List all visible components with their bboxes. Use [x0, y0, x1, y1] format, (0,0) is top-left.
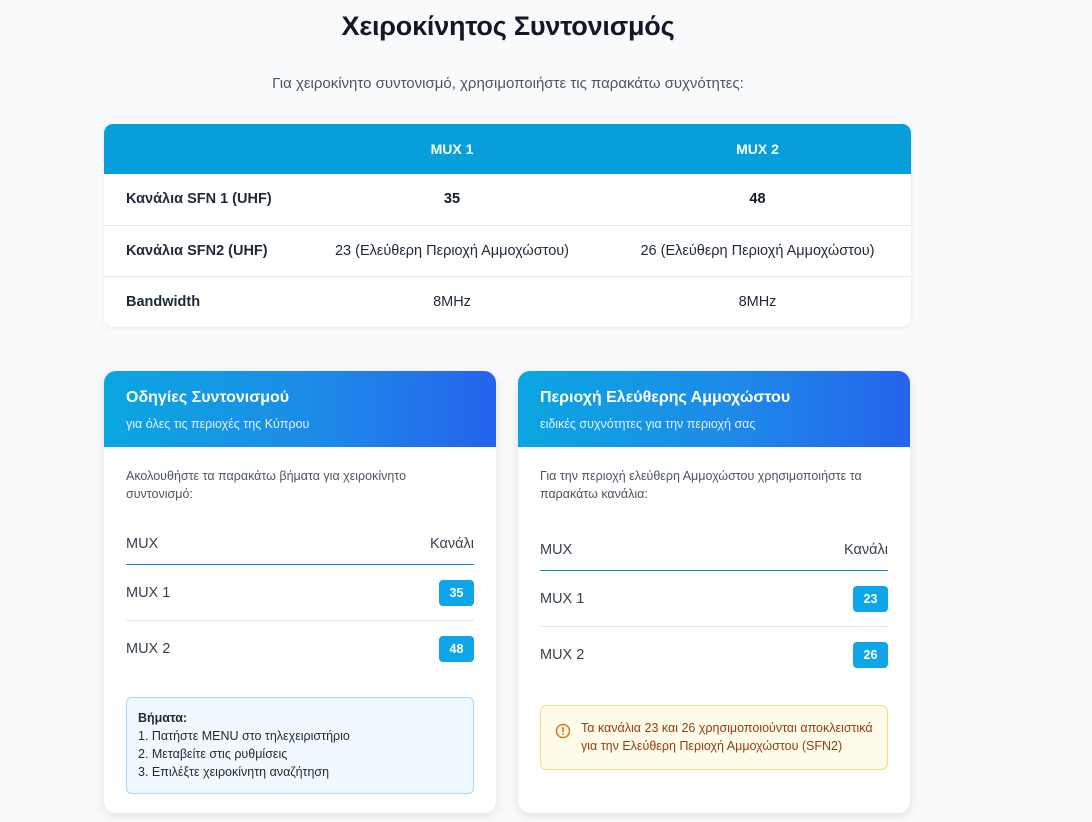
- card-title: Οδηγίες Συντονισμού: [126, 389, 290, 406]
- mux-name: MUX 1: [540, 590, 585, 607]
- header-mux: MUX: [540, 541, 573, 558]
- table-header-row: MUX 1 MUX 2: [104, 124, 911, 174]
- row-label: Bandwidth: [126, 293, 201, 310]
- channel-table-header: MUX Κανάλι: [126, 523, 474, 565]
- page-title: Χειροκίνητος Συντονισμός: [341, 11, 675, 41]
- header-channel: Κανάλι: [430, 535, 474, 552]
- card-body: Για την περιοχή ελεύθερη Αμμοχώστου χρησ…: [518, 447, 910, 770]
- table-row: Κανάλια SFN 1 (UHF) 35 48: [104, 174, 911, 225]
- channel-badge: 23: [853, 585, 888, 612]
- table-row: Κανάλια SFN2 (UHF) 23 (Ελεύθερη Περιοχή …: [104, 225, 911, 276]
- step-item: 1. Πατήστε MENU στο τηλεχειριστήριο: [138, 729, 350, 743]
- instructions-card: Οδηγίες Συντονισμού για όλες τις περιοχέ…: [104, 371, 496, 813]
- mux-name: MUX 2: [126, 641, 171, 657]
- famagusta-card: Περιοχή Ελεύθερης Αμμοχώστου ειδικές συχ…: [518, 371, 910, 813]
- warning-box: Τα κανάλια 23 και 26 χρησιμοποιούνται απ…: [540, 705, 888, 770]
- cell-mux1: 23 (Ελεύθερη Περιοχή Αμμοχώστου): [334, 242, 570, 259]
- table-header-mux2: MUX 2: [736, 141, 779, 157]
- channel-table-header: MUX Κανάλι: [540, 529, 888, 571]
- warning-text: Τα κανάλια 23 και 26 χρησιμοποιούνται απ…: [581, 721, 873, 753]
- steps-box: Βήματα: 1. Πατήστε MENU στο τηλεχειριστή…: [126, 697, 474, 794]
- channel-badge: 26: [853, 642, 888, 668]
- mux-name: MUX 2: [540, 647, 585, 663]
- cell-mux1: 35: [443, 191, 461, 208]
- card-header: Οδηγίες Συντονισμού για όλες τις περιοχέ…: [104, 371, 496, 447]
- table-header-mux1: MUX 1: [430, 141, 474, 157]
- steps-title: Βήματα:: [138, 711, 188, 725]
- card-subtitle: ειδικές συχνότητες για την περιοχή σας: [540, 417, 756, 431]
- list-item: MUX 1 35: [126, 565, 474, 621]
- list-item: MUX 2 48: [126, 621, 474, 677]
- table-row: Bandwidth 8MHz 8MHz: [104, 276, 911, 327]
- cell-mux1: 8MHz: [433, 293, 471, 310]
- card-body: Ακολουθήστε τα παρακάτω βήματα για χειρο…: [104, 447, 496, 794]
- channel-badge: 35: [439, 579, 474, 606]
- mux-name: MUX 1: [126, 584, 171, 601]
- row-label: Κανάλια SFN 1 (UHF): [126, 191, 272, 208]
- channel-badge: 48: [439, 636, 474, 662]
- card-header: Περιοχή Ελεύθερης Αμμοχώστου ειδικές συχ…: [518, 371, 910, 447]
- row-label: Κανάλια SFN2 (UHF): [126, 242, 268, 259]
- card-intro: Για την περιοχή ελεύθερη Αμμοχώστου χρησ…: [540, 469, 862, 501]
- cell-mux2: 48: [749, 191, 766, 208]
- channel-table: MUX Κανάλι MUX 1 35 MUX 2 48: [126, 523, 474, 677]
- header-channel: Κανάλι: [844, 541, 888, 558]
- list-item: MUX 1 23: [540, 571, 888, 627]
- page-subtitle: Για χειροκίνητο συντονισμό, χρησιμοποιήσ…: [272, 75, 744, 92]
- card-subtitle: για όλες τις περιοχές της Κύπρου: [126, 417, 310, 431]
- table-header-empty: [104, 124, 300, 174]
- frequency-table: MUX 1 MUX 2 Κανάλια SFN 1 (UHF) 35 48 Κα…: [104, 124, 911, 327]
- info-circle-icon: [555, 723, 571, 739]
- step-item: 2. Μεταβείτε στις ρυθμίσεις: [138, 747, 288, 761]
- cell-mux2: 26 (Ελεύθερη Περιοχή Αμμοχώστου): [640, 242, 875, 259]
- list-item: MUX 2 26: [540, 627, 888, 683]
- cell-mux2: 8MHz: [738, 293, 777, 310]
- channel-table: MUX Κανάλι MUX 1 23 MUX 2 26: [540, 529, 888, 683]
- card-title: Περιοχή Ελεύθερης Αμμοχώστου: [540, 389, 791, 406]
- step-item: 3. Επιλέξτε χειροκίνητη αναζήτηση: [138, 765, 330, 779]
- card-intro: Ακολουθήστε τα παρακάτω βήματα για χειρο…: [126, 469, 407, 501]
- header-mux: MUX: [126, 535, 159, 552]
